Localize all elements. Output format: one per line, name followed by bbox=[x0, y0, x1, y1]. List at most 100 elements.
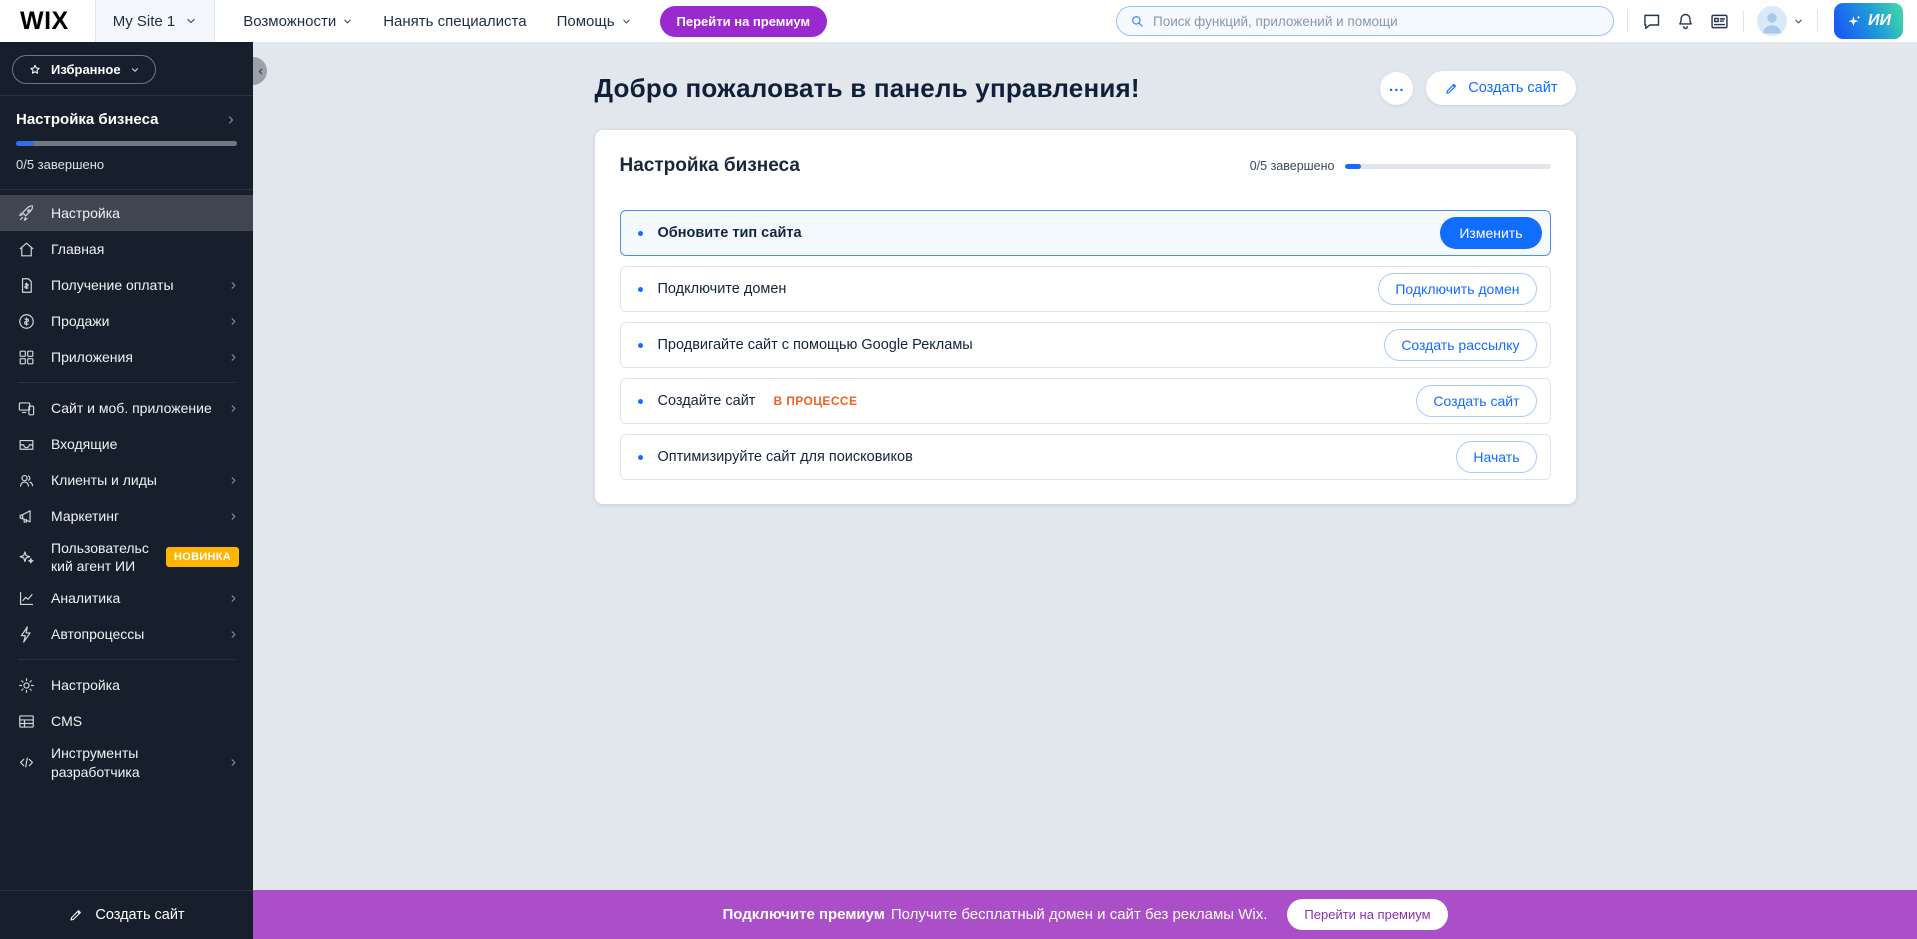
bullet-icon bbox=[638, 455, 643, 460]
chevron-right-icon bbox=[228, 593, 239, 604]
task-row-optimize-seo[interactable]: Оптимизируйте сайт для поисковиков Начат… bbox=[620, 434, 1551, 480]
table-icon bbox=[17, 712, 36, 731]
sidebar-item-contacts-leads[interactable]: Клиенты и лиды bbox=[0, 462, 253, 498]
search-icon bbox=[1129, 13, 1145, 29]
promo-highlight: Подключите премиум bbox=[722, 906, 884, 923]
gear-icon bbox=[17, 676, 36, 695]
task-action-button[interactable]: Изменить bbox=[1440, 217, 1541, 249]
sidebar-item-marketing[interactable]: Маркетинг bbox=[0, 498, 253, 534]
card-progress-label: 0/5 завершено bbox=[1250, 159, 1335, 173]
create-site-button[interactable]: Создать сайт bbox=[1426, 71, 1575, 105]
ai-assistant-button[interactable]: ИИ bbox=[1834, 3, 1903, 39]
sidebar-item-label: Продажи bbox=[51, 309, 213, 333]
site-menu[interactable]: My Site 1 bbox=[95, 0, 216, 42]
sidebar-item-apps[interactable]: Приложения bbox=[0, 339, 253, 375]
divider bbox=[1743, 10, 1744, 32]
promo-premium-button[interactable]: Перейти на премиум bbox=[1287, 899, 1447, 930]
page-title: Добро пожаловать в панель управления! bbox=[595, 73, 1381, 104]
task-action-button[interactable]: Создать сайт bbox=[1416, 385, 1536, 417]
invoice-icon bbox=[17, 276, 36, 295]
account-menu[interactable] bbox=[1757, 6, 1804, 36]
chevron-right-icon bbox=[228, 352, 239, 363]
sidebar-item-label: Настройка bbox=[51, 201, 239, 225]
chevron-down-icon bbox=[130, 65, 140, 75]
divider bbox=[18, 659, 235, 660]
chevron-right-icon bbox=[228, 280, 239, 291]
site-menu-label: My Site 1 bbox=[113, 13, 176, 30]
card-progress-fill bbox=[1345, 164, 1361, 169]
setup-progress-label: 0/5 завершено bbox=[16, 157, 237, 172]
more-options-button[interactable]: ... bbox=[1380, 72, 1413, 105]
task-action-button[interactable]: Начать bbox=[1456, 441, 1536, 473]
chevron-right-icon bbox=[228, 757, 239, 768]
sidebar-create-site-button[interactable]: Создать сайт bbox=[0, 890, 253, 939]
nav-item-hire-specialist[interactable]: Нанять специалиста bbox=[383, 13, 526, 30]
bullet-icon bbox=[638, 287, 643, 292]
create-site-label: Создать сайт bbox=[1468, 80, 1557, 96]
task-row-create-site[interactable]: Создайте сайт В ПРОЦЕССЕ Создать сайт bbox=[620, 378, 1551, 424]
analytics-chart-icon bbox=[17, 589, 36, 608]
sidebar-item-settings[interactable]: Настройка bbox=[0, 667, 253, 703]
devices-icon bbox=[17, 399, 36, 418]
chevron-right-icon bbox=[228, 511, 239, 522]
card-progress-bar bbox=[1345, 164, 1551, 169]
chat-icon[interactable] bbox=[1641, 11, 1662, 32]
sidebar-item-payments[interactable]: Получение оплаты bbox=[0, 267, 253, 303]
sidebar-item-home[interactable]: Главная bbox=[0, 231, 253, 267]
sparkle-icon bbox=[17, 548, 36, 567]
pencil-icon bbox=[1444, 81, 1459, 96]
sidebar-item-label: Аналитика bbox=[51, 586, 213, 610]
sidebar-item-ai-agent[interactable]: Пользовательский агент ИИ НОВИНКА bbox=[0, 534, 253, 580]
favorites-dropdown[interactable]: Избранное bbox=[12, 55, 156, 84]
sidebar-item-label: Инструменты разработчика bbox=[51, 741, 213, 783]
sidebar-item-sales[interactable]: Продажи bbox=[0, 303, 253, 339]
setup-progress-bar bbox=[16, 141, 237, 146]
sidebar-item-label: Получение оплаты bbox=[51, 273, 213, 297]
sidebar-item-label: Автопроцессы bbox=[51, 622, 213, 646]
search-input[interactable] bbox=[1153, 14, 1601, 29]
main-area: Добро пожаловать в панель управления! ..… bbox=[253, 42, 1917, 890]
sidebar-item-site-mobile-app[interactable]: Сайт и моб. приложение bbox=[0, 390, 253, 426]
card-title: Настройка бизнеса bbox=[620, 155, 1250, 177]
task-list: Обновите тип сайта Изменить Подключите д… bbox=[620, 210, 1551, 480]
chevron-right-icon bbox=[228, 316, 239, 327]
task-row-promote-site[interactable]: Продвигайте сайт с помощью Google Реклам… bbox=[620, 322, 1551, 368]
sidebar-item-cms[interactable]: CMS bbox=[0, 703, 253, 739]
chevron-down-icon bbox=[185, 15, 197, 27]
sidebar-item-label: Настройка bbox=[51, 673, 239, 697]
bullet-icon bbox=[638, 399, 643, 404]
news-feed-icon[interactable] bbox=[1709, 11, 1730, 32]
code-icon bbox=[17, 753, 36, 772]
sidebar-create-site-label: Создать сайт bbox=[95, 907, 184, 923]
nav-item-help[interactable]: Помощь bbox=[557, 13, 632, 30]
sparkle-icon bbox=[1846, 13, 1863, 30]
main-header: Добро пожаловать в панель управления! ..… bbox=[595, 71, 1576, 105]
business-setup-summary[interactable]: Настройка бизнеса 0/5 завершено bbox=[0, 96, 253, 189]
pencil-icon bbox=[68, 907, 84, 923]
sidebar-item-setup[interactable]: Настройка bbox=[0, 195, 253, 231]
sidebar-item-dev-tools[interactable]: Инструменты разработчика bbox=[0, 739, 253, 785]
sidebar-item-inbox[interactable]: Входящие bbox=[0, 426, 253, 462]
nav-item-features[interactable]: Возможности bbox=[243, 13, 353, 30]
bullet-icon bbox=[638, 231, 643, 236]
sidebar-item-analytics[interactable]: Аналитика bbox=[0, 580, 253, 616]
search-bar[interactable] bbox=[1116, 6, 1614, 36]
divider bbox=[1627, 10, 1628, 32]
people-icon bbox=[17, 471, 36, 490]
task-action-button[interactable]: Подключить домен bbox=[1378, 273, 1536, 305]
notifications-bell-icon[interactable] bbox=[1675, 11, 1696, 32]
topbar-right: ИИ bbox=[1116, 3, 1917, 39]
sidebar-item-label: Приложения bbox=[51, 345, 213, 369]
business-setup-card: Настройка бизнеса 0/5 завершено Обновите… bbox=[595, 130, 1576, 504]
task-label: Продвигайте сайт с помощью Google Реклам… bbox=[658, 337, 973, 353]
sidebar: Избранное Настройка бизнеса 0/5 завершен… bbox=[0, 42, 253, 939]
task-action-button[interactable]: Создать рассылку bbox=[1384, 329, 1536, 361]
task-row-update-site-type[interactable]: Обновите тип сайта Изменить bbox=[620, 210, 1551, 256]
upgrade-premium-button[interactable]: Перейти на премиум bbox=[660, 6, 828, 37]
task-status-badge: В ПРОЦЕССЕ bbox=[773, 394, 857, 408]
chevron-right-icon bbox=[225, 114, 237, 126]
chevron-down-icon bbox=[621, 16, 632, 27]
sidebar-item-automations[interactable]: Автопроцессы bbox=[0, 616, 253, 652]
task-row-connect-domain[interactable]: Подключите домен Подключить домен bbox=[620, 266, 1551, 312]
dollar-circle-icon bbox=[17, 312, 36, 331]
